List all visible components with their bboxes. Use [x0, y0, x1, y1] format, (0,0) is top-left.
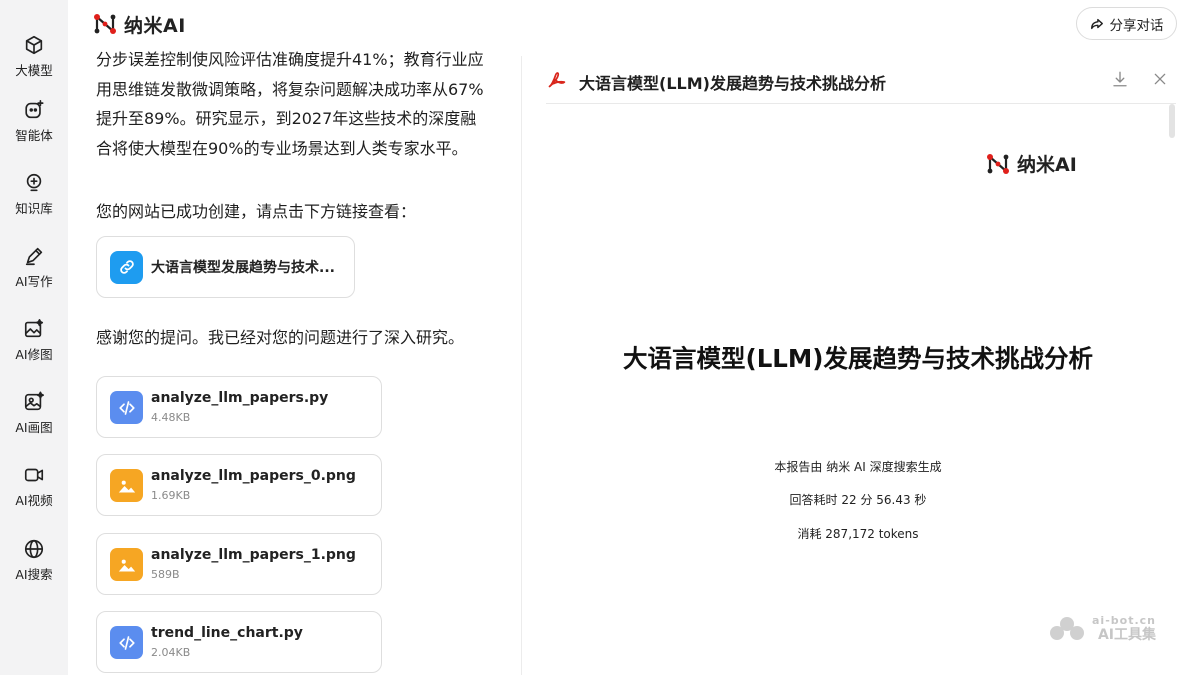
nano-logo-icon — [94, 14, 116, 34]
preview-title: 大语言模型(LLM)发展趋势与技术挑战分析 — [579, 74, 886, 93]
agent-icon — [25, 100, 44, 119]
document-title: 大语言模型(LLM)发展趋势与技术挑战分析 — [623, 344, 1093, 373]
app-name: 纳米AI — [124, 14, 186, 37]
document-logo: 纳米AI — [985, 150, 1077, 177]
website-link-card[interactable]: 大语言模型发展趋势与技术... — [96, 236, 355, 298]
sidebar-item-label: AI画图 — [15, 420, 53, 435]
sidebar-item-knowledge[interactable]: 知识库 — [0, 160, 68, 220]
cloud-logo-icon — [1050, 617, 1084, 640]
close-icon[interactable] — [1152, 71, 1168, 87]
share-label: 分享对话 — [1109, 17, 1164, 34]
image-edit-icon — [24, 319, 44, 338]
image-file-icon — [110, 548, 143, 581]
answer-paragraph: 分步误差控制使风险评估准确度提升41%；教育行业应用思维链发散微调策略，将复杂问… — [96, 50, 484, 158]
link-icon — [110, 250, 143, 284]
watermark: ai-bot.cn AI工具集 — [1048, 614, 1156, 642]
file-size: 4.48KB — [151, 411, 191, 424]
sidebar-item-ai-search[interactable]: AI搜索 — [0, 526, 68, 586]
knowledge-icon — [26, 173, 42, 192]
sidebar-item-ai-video[interactable]: AI视频 — [0, 452, 68, 512]
pdf-icon — [548, 72, 566, 88]
watermark-domain: ai-bot.cn — [1092, 614, 1156, 627]
video-icon — [24, 468, 44, 482]
sidebar-item-ai-writing[interactable]: AI写作 — [0, 233, 68, 293]
file-name: analyze_llm_papers_0.png — [151, 468, 356, 484]
file-size: 1.69KB — [151, 489, 191, 502]
share-conversation-button[interactable]: 分享对话 — [1076, 7, 1177, 40]
panel-divider — [521, 56, 522, 675]
file-card[interactable]: trend_line_chart.py 2.04KB — [96, 611, 382, 673]
file-name: trend_line_chart.py — [151, 625, 303, 641]
sidebar-item-label: AI写作 — [15, 274, 53, 289]
site-created-text: 您的网站已成功创建，请点击下方链接查看： — [96, 202, 417, 221]
sidebar-item-label: AI修图 — [15, 347, 53, 362]
sidebar-item-label: 大模型 — [15, 63, 53, 78]
sidebar-item-label: 智能体 — [15, 128, 53, 143]
sidebar: 大模型 智能体 知识库 AI写作 AI修图 AI画图 AI视频 AI搜索 — [0, 0, 68, 675]
file-size: 2.04KB — [151, 646, 191, 659]
thanks-text: 感谢您的提问。我已经对您的问题进行了深入研究。 — [96, 328, 465, 347]
app-logo[interactable]: 纳米AI — [92, 10, 186, 38]
document-token-usage: 消耗 287,172 tokens — [797, 527, 919, 541]
document-generated-by: 本报告由 纳米 AI 深度搜索生成 — [774, 460, 942, 474]
paint-icon — [24, 391, 44, 411]
image-file-icon — [110, 469, 143, 502]
download-icon[interactable] — [1111, 70, 1129, 88]
sidebar-item-label: 知识库 — [15, 201, 53, 216]
document-logo-name: 纳米AI — [1017, 154, 1077, 176]
sidebar-item-models[interactable]: 大模型 — [0, 22, 68, 82]
share-icon — [1090, 18, 1103, 29]
cube-icon — [25, 35, 43, 55]
globe-icon — [24, 539, 44, 559]
file-card[interactable]: analyze_llm_papers_1.png 589B — [96, 533, 382, 595]
file-name: analyze_llm_papers.py — [151, 390, 329, 406]
chat-column: 分步误差控制使风险评估准确度提升41%；教育行业应用思维链发散微调策略，将复杂问… — [68, 48, 522, 675]
document-response-time: 回答耗时 22 分 56.43 秒 — [789, 493, 927, 507]
nano-logo-icon — [987, 153, 1009, 174]
pen-icon — [25, 247, 43, 266]
code-file-icon — [110, 391, 143, 424]
file-card[interactable]: analyze_llm_papers_0.png 1.69KB — [96, 454, 382, 516]
file-card[interactable]: analyze_llm_papers.py 4.48KB — [96, 376, 382, 438]
file-size: 589B — [151, 568, 180, 581]
link-title: 大语言模型发展趋势与技术... — [151, 260, 335, 276]
sidebar-item-agents[interactable]: 智能体 — [0, 87, 68, 147]
code-file-icon — [110, 626, 143, 659]
sidebar-item-ai-drawing[interactable]: AI画图 — [0, 379, 68, 439]
watermark-name: AI工具集 — [1097, 627, 1156, 643]
file-name: analyze_llm_papers_1.png — [151, 547, 356, 563]
preview-scrollbar[interactable] — [1169, 104, 1175, 138]
sidebar-item-label: AI搜索 — [15, 567, 53, 582]
sidebar-item-label: AI视频 — [15, 493, 53, 508]
preview-header: 大语言模型(LLM)发展趋势与技术挑战分析 — [546, 56, 1176, 104]
sidebar-item-ai-retouch[interactable]: AI修图 — [0, 306, 68, 366]
